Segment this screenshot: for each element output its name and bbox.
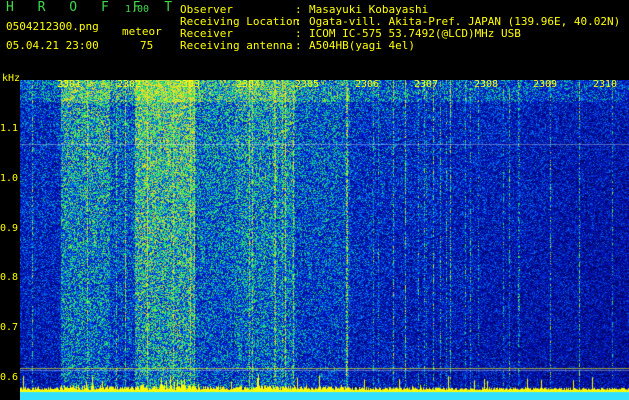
x-tick-2307: 2307	[414, 79, 439, 90]
y-tick-1-0: 1.0	[0, 173, 19, 184]
station-info: Observer: Masayuki Kobayashi Receiving Lo…	[180, 4, 620, 52]
mode-label: meteor	[122, 25, 162, 38]
unit-label: kHz	[2, 73, 21, 84]
y-tick-0-8: 0.8	[0, 272, 19, 283]
antenna-label: Receiving antenna	[180, 39, 293, 52]
x-tick-2306: 2306	[355, 79, 380, 90]
header-version: 1.00	[125, 4, 150, 15]
x-tick-2301: 2301	[57, 79, 82, 90]
x-tick-2303: 2303	[176, 79, 201, 90]
y-tick-0-7: 0.7	[0, 322, 19, 333]
date-time: 05.04.21 23:00	[6, 39, 99, 52]
x-tick-2304: 2304	[236, 79, 261, 90]
x-tick-2309: 2309	[533, 79, 558, 90]
antenna-sep: :	[295, 39, 302, 52]
file-name: 0504212300.png	[6, 20, 99, 33]
echo-count: 75	[140, 39, 154, 52]
y-tick-1-1: 1.1	[0, 123, 19, 134]
header-title: H R O F F T	[6, 0, 181, 15]
y-tick-0-6: 0.6	[0, 372, 19, 383]
x-tick-2310: 2310	[593, 79, 618, 90]
x-tick-2308: 2308	[474, 79, 499, 90]
spectrogram	[20, 80, 629, 400]
y-tick-0-9: 0.9	[0, 223, 19, 234]
antenna-row: Receiving antenna: A504HB(yagi 4el)	[180, 40, 620, 52]
x-tick-2305: 2305	[295, 79, 320, 90]
x-tick-2302: 2302	[117, 79, 142, 90]
antenna-value: A504HB(yagi 4el)	[309, 39, 415, 52]
